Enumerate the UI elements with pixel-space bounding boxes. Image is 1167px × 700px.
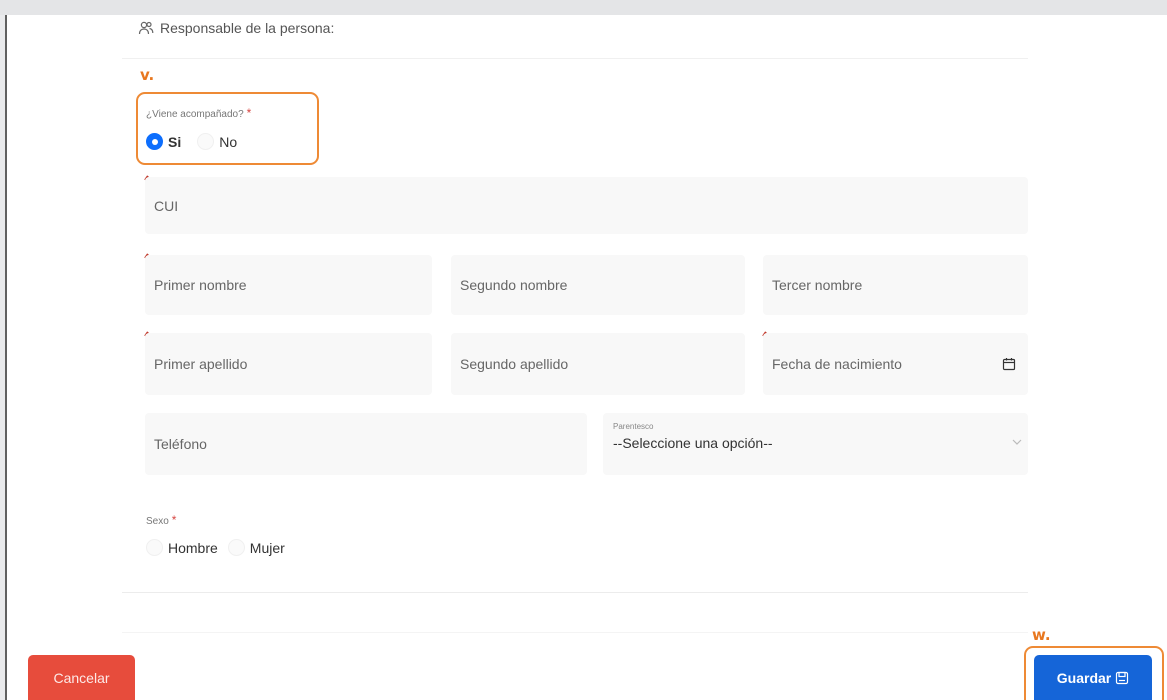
sex-options: Hombre Mujer — [146, 539, 285, 556]
radio-no-label[interactable]: No — [219, 134, 237, 150]
divider — [122, 592, 1028, 593]
phone-input[interactable]: Teléfono — [145, 413, 587, 475]
sex-label: Sexo — [146, 516, 169, 527]
radio-mujer[interactable] — [227, 539, 245, 556]
first-name-input[interactable]: Primer nombre — [145, 255, 432, 315]
relationship-value[interactable]: --Seleccione una opción-- — [613, 435, 1028, 451]
radio-si[interactable] — [146, 133, 163, 150]
accompanied-options: Si No — [146, 133, 251, 150]
radio-hombre-label[interactable]: Hombre — [168, 540, 218, 556]
section-header: Responsable de la persona: — [138, 16, 334, 40]
required-mark: * — [246, 106, 252, 120]
accompanied-group: ¿Viene acompañado? * Si No — [146, 104, 251, 150]
accompanied-label: ¿Viene acompañado? — [146, 109, 244, 120]
sex-label-row: Sexo * — [146, 511, 285, 529]
floppy-disk-icon[interactable] — [1115, 671, 1129, 685]
accompanied-label-row: ¿Viene acompañado? * — [146, 104, 251, 122]
birth-date-input[interactable]: Fecha de nacimiento — [772, 356, 902, 372]
save-button-label[interactable]: Guardar — [1057, 670, 1111, 686]
section-title: Responsable de la persona: — [160, 20, 335, 36]
relationship-select[interactable]: Parentesco --Seleccione una opción-- — [603, 413, 1028, 475]
required-mark: * — [171, 513, 177, 527]
users-icon — [138, 21, 154, 35]
divider — [122, 632, 1028, 633]
calendar-icon[interactable] — [1002, 357, 1016, 371]
cui-input[interactable]: CUI — [145, 177, 1028, 234]
divider — [122, 58, 1028, 59]
top-bar — [0, 0, 1167, 15]
second-surname-input[interactable]: Segundo apellido — [451, 333, 745, 395]
third-name-input[interactable]: Tercer nombre — [763, 255, 1028, 315]
chevron-down-icon[interactable] — [1012, 439, 1022, 445]
first-surname-input[interactable]: Primer apellido — [145, 333, 432, 395]
second-name-input[interactable]: Segundo nombre — [451, 255, 745, 315]
annotation-marker-w: w. — [1032, 626, 1051, 644]
cancel-button[interactable]: Cancelar — [28, 655, 135, 700]
save-button[interactable]: Guardar — [1034, 655, 1152, 700]
radio-no[interactable] — [197, 133, 215, 150]
radio-mujer-label[interactable]: Mujer — [250, 540, 285, 556]
birth-date-field[interactable]: Fecha de nacimiento — [763, 333, 1028, 395]
sex-group: Sexo * Hombre Mujer — [146, 511, 285, 556]
left-scroll-edge — [0, 15, 7, 700]
radio-si-label[interactable]: Si — [168, 134, 181, 150]
radio-hombre[interactable] — [146, 539, 163, 556]
annotation-marker-v: v. — [140, 66, 155, 84]
relationship-label: Parentesco — [613, 422, 654, 431]
